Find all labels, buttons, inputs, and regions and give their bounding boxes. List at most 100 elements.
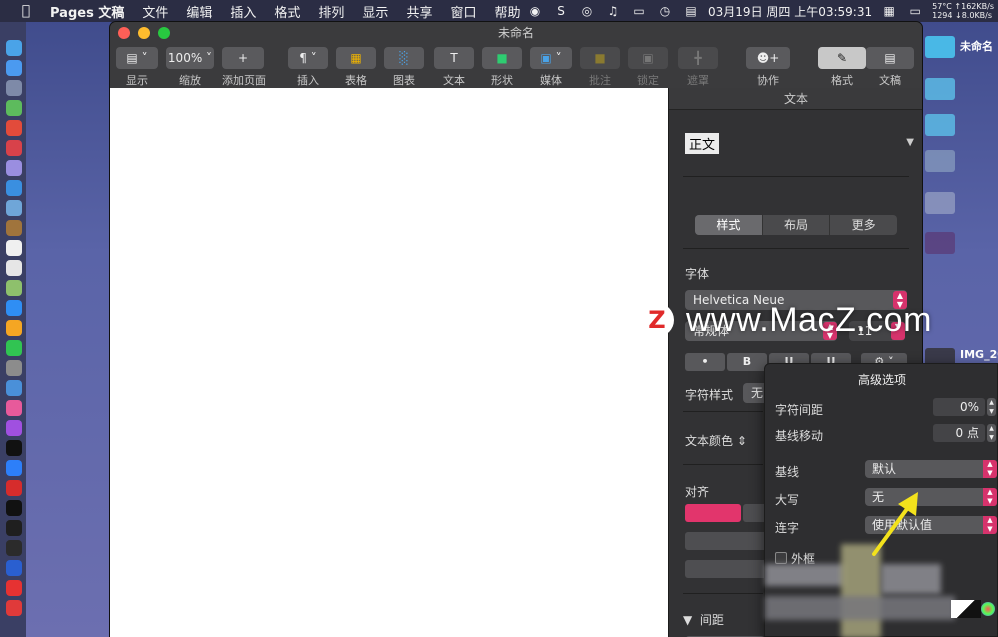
baseline-select[interactable]: 默认 <box>865 460 983 478</box>
document-icon[interactable]: ▤ <box>866 47 914 69</box>
align-left-button[interactable] <box>685 504 741 522</box>
bold-button[interactable]: B <box>727 353 767 371</box>
toolbar-comment[interactable]: ■ 批注 <box>580 47 620 88</box>
baseline-shift-field[interactable]: 0 点 <box>933 424 985 442</box>
menu-format[interactable]: 格式 <box>274 2 300 21</box>
music-note-icon[interactable]: ♫ <box>604 4 622 18</box>
toolbar-text[interactable]: T 文本 <box>434 47 474 88</box>
chrome-icon[interactable] <box>6 120 22 136</box>
app-store-icon[interactable] <box>6 180 22 196</box>
app-store-blue-icon[interactable] <box>6 460 22 476</box>
collaborate-icon[interactable]: ☻+ <box>746 47 790 69</box>
calendar-icon[interactable] <box>6 240 22 256</box>
toolbar-mask[interactable]: ╋ 遮罩 <box>678 47 718 88</box>
activity-monitor-icon[interactable] <box>6 520 22 536</box>
color-wheel-icon[interactable] <box>981 602 995 616</box>
menu-app-name[interactable]: Pages 文稿 <box>50 2 124 21</box>
menu-view[interactable]: 显示 <box>362 2 388 21</box>
battery-icon[interactable]: ▭ <box>906 4 924 18</box>
messages-icon[interactable] <box>6 300 22 316</box>
paragraph-style-name[interactable]: 正文 <box>685 133 720 154</box>
menu-window[interactable]: 窗口 <box>450 2 476 21</box>
menubar-clock[interactable]: 03月19日 周四 上午03:59:31 <box>708 3 872 20</box>
vpn-icon[interactable] <box>6 560 22 576</box>
zoom-window-button[interactable] <box>158 27 170 39</box>
desktop-file-thumbnail[interactable] <box>925 36 955 58</box>
paragraph-style-dropdown-icon[interactable]: ▼ <box>906 137 914 148</box>
preview-icon[interactable] <box>6 200 22 216</box>
app-bottom-icon[interactable] <box>6 600 22 616</box>
toolbar-insert[interactable]: ¶ ˅ 插入 <box>288 47 328 88</box>
close-window-button[interactable] <box>118 27 130 39</box>
ligatures-select-arrow-icon[interactable]: ▲ ▼ <box>983 516 997 534</box>
toolbar-add-page[interactable]: + 添加页面 <box>222 47 266 88</box>
menu-help[interactable]: 帮助 <box>494 2 520 21</box>
notes-app-icon[interactable] <box>6 220 22 236</box>
music-app-icon[interactable] <box>6 400 22 416</box>
keynote-icon[interactable] <box>6 380 22 396</box>
toolbar-chart[interactable]: ░ 图表 <box>384 47 424 88</box>
system-prefs-icon[interactable] <box>6 360 22 376</box>
menu-arrange[interactable]: 排列 <box>318 2 344 21</box>
text-options-button[interactable]: • <box>685 353 725 371</box>
chart-icon[interactable]: ░ <box>384 47 424 69</box>
android-icon[interactable] <box>6 100 22 116</box>
menu-insert[interactable]: 插入 <box>230 2 256 21</box>
document-page[interactable] <box>110 88 668 637</box>
terminal-icon[interactable] <box>6 500 22 516</box>
yandex-icon[interactable] <box>6 580 22 596</box>
indent-button[interactable] <box>685 532 767 550</box>
shape-icon[interactable]: ■ <box>482 47 522 69</box>
tab-layout[interactable]: 布局 <box>763 215 831 235</box>
toolbar-document[interactable]: ▤ 文稿 <box>866 47 914 88</box>
text-icon[interactable]: T <box>434 47 474 69</box>
media-icon[interactable]: ▣ ˅ <box>530 47 572 69</box>
photos-icon[interactable] <box>6 280 22 296</box>
mask-icon[interactable]: ╋ <box>678 47 718 69</box>
comment-icon[interactable]: ■ <box>580 47 620 69</box>
podcasts-icon[interactable] <box>6 420 22 436</box>
desktop-file-label[interactable]: 未命名 <box>960 38 993 54</box>
spacing-label[interactable]: ▼ 间距 <box>683 611 724 628</box>
tab-more[interactable]: 更多 <box>830 215 897 235</box>
toolbar-table[interactable]: ▦ 表格 <box>336 47 376 88</box>
color-well[interactable] <box>951 600 981 618</box>
toolbar-lock[interactable]: ▣ 锁定 <box>628 47 668 88</box>
baseline-shift-stepper-icon[interactable]: ▲ ▼ <box>987 424 996 442</box>
desktop-image-label[interactable]: IMG_20 <box>960 348 998 361</box>
menu-file[interactable]: 文件 <box>142 2 168 21</box>
menu-share[interactable]: 共享 <box>406 2 432 21</box>
airplay-icon[interactable]: ▭ <box>630 4 648 18</box>
desktop-file-thumbnail-3[interactable] <box>925 114 955 136</box>
view-icon[interactable]: ▤ ˅ <box>116 47 158 69</box>
lock-icon[interactable]: ▣ <box>628 47 668 69</box>
safari-icon[interactable] <box>6 60 22 76</box>
vertical-align-button[interactable] <box>685 560 767 578</box>
textedit-icon[interactable] <box>6 260 22 276</box>
apple-menu-icon[interactable]:  <box>16 3 36 19</box>
facetime-icon[interactable] <box>6 340 22 356</box>
desktop-file-thumbnail-2[interactable] <box>925 78 955 100</box>
toolbar-media[interactable]: ▣ ˅ 媒体 <box>530 47 572 88</box>
sogou-input-icon[interactable]: S <box>552 4 570 18</box>
char-spacing-field[interactable]: 0% <box>933 398 985 416</box>
desktop-file-thumbnail-4[interactable] <box>925 150 955 172</box>
finder-icon[interactable] <box>6 40 22 56</box>
apple-tv-icon[interactable] <box>6 440 22 456</box>
paragraph-icon[interactable]: ¶ ˅ <box>288 47 328 69</box>
app-purple-icon[interactable] <box>6 160 22 176</box>
zoom-select[interactable]: 100% ˅ <box>166 47 214 69</box>
monitor-icon[interactable]: ▤ <box>682 4 700 18</box>
paintbrush-icon[interactable]: ✎ <box>818 47 866 69</box>
baseline-select-arrow-icon[interactable]: ▲ ▼ <box>983 460 997 478</box>
table-icon[interactable]: ▦ <box>336 47 376 69</box>
vivaldi-icon[interactable] <box>6 480 22 496</box>
colorful-app-icon[interactable] <box>6 320 22 336</box>
desktop-file-thumbnail-5[interactable] <box>925 192 955 214</box>
toolbar-shape[interactable]: ■ 形状 <box>482 47 522 88</box>
app-red-icon[interactable] <box>6 140 22 156</box>
toolbar-format[interactable]: ✎ 格式 <box>818 47 866 88</box>
console-icon[interactable] <box>6 540 22 556</box>
launchpad-icon[interactable] <box>6 80 22 96</box>
toolbar-zoom[interactable]: 100% ˅ 缩放 <box>166 47 214 88</box>
